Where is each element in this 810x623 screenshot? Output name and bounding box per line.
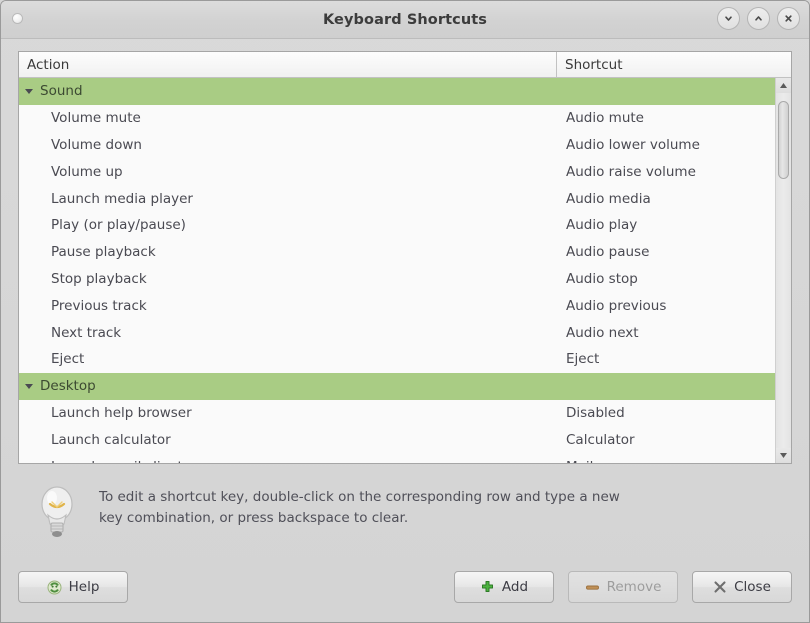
- hint-text: To edit a shortcut key, double-click on …: [99, 489, 620, 526]
- action-label: Stop playback: [51, 270, 147, 287]
- chevron-up-icon: [755, 16, 762, 21]
- window-controls: [717, 7, 800, 30]
- chevron-down-icon: [725, 16, 732, 21]
- help-icon: [47, 580, 62, 595]
- triangle-down-icon[interactable]: [25, 88, 33, 94]
- cell-shortcut: Audio play: [566, 217, 638, 234]
- cell-action: Stop playback: [19, 271, 557, 287]
- action-label: Play (or play/pause): [51, 217, 186, 234]
- action-label: Launch help browser: [51, 404, 192, 421]
- close-icon: [785, 15, 792, 22]
- cell-shortcut: Audio lower volume: [566, 136, 700, 153]
- cell-action: Launch media player: [19, 191, 557, 207]
- cell-action: Sound: [19, 83, 557, 99]
- cell-shortcut: Audio mute: [566, 110, 644, 127]
- cell-shortcut: Audio previous: [566, 297, 667, 314]
- list-row[interactable]: Volume up Audio raise volume: [19, 158, 775, 185]
- action-label: Launch calculator: [51, 431, 171, 448]
- cell-shortcut: Calculator: [566, 431, 635, 448]
- cell-shortcut: Eject: [566, 351, 600, 368]
- action-label: Previous track: [51, 297, 147, 314]
- column-header-shortcut[interactable]: Shortcut: [557, 52, 791, 77]
- remove-button[interactable]: Remove: [568, 571, 678, 603]
- list-row[interactable]: Stop playback Audio stop: [19, 266, 775, 293]
- close-dialog-button[interactable]: Close: [692, 571, 792, 603]
- list-row[interactable]: Play (or play/pause) Audio play: [19, 212, 775, 239]
- add-button[interactable]: Add: [454, 571, 554, 603]
- list-row[interactable]: Previous track Audio previous: [19, 292, 775, 319]
- action-label: Launch email client: [51, 459, 183, 463]
- add-button-label: Add: [501, 579, 529, 595]
- list-row[interactable]: Launch email client Mail: [19, 453, 775, 463]
- list-row[interactable]: Volume mute Audio mute: [19, 105, 775, 132]
- list-row[interactable]: Pause playback Audio pause: [19, 239, 775, 266]
- cell-action: Volume down: [19, 137, 557, 153]
- keyboard-shortcuts-window: Keyboard Shortcuts Action Shortcut Sound…: [0, 0, 810, 623]
- list-scrollbar[interactable]: [775, 78, 791, 463]
- cell-shortcut: Disabled: [566, 404, 625, 421]
- remove-button-label: Remove: [606, 579, 662, 595]
- list-row[interactable]: Launch calculator Calculator: [19, 426, 775, 453]
- lightbulb-icon: [41, 486, 73, 537]
- cell-action: Previous track: [19, 298, 557, 314]
- action-label: Desktop: [40, 378, 96, 395]
- cell-action: Launch calculator: [19, 432, 557, 448]
- action-label: Pause playback: [51, 244, 156, 261]
- minus-icon: [585, 580, 600, 595]
- title-bar: Keyboard Shortcuts: [1, 1, 809, 39]
- triangle-down-icon[interactable]: [25, 383, 33, 389]
- cell-shortcut: Audio next: [566, 324, 639, 341]
- close-button[interactable]: [777, 7, 800, 30]
- list-row[interactable]: Volume down Audio lower volume: [19, 132, 775, 159]
- action-label: Volume down: [51, 136, 142, 153]
- plus-icon: [480, 580, 495, 595]
- list-rows: Sound Volume mute Audio mute Volume down Aud…: [19, 78, 775, 463]
- cell-action: Pause playback: [19, 244, 557, 260]
- window-title: Keyboard Shortcuts: [322, 11, 488, 28]
- cell-shortcut: Audio stop: [566, 270, 638, 287]
- action-label: Eject: [51, 351, 85, 368]
- footer-button-group: Add Remove Close: [454, 571, 792, 603]
- window-menu-icon[interactable]: [13, 14, 22, 23]
- scrollbar-thumb[interactable]: [778, 101, 789, 179]
- action-label: Volume up: [51, 163, 123, 180]
- cell-action: Eject: [19, 351, 557, 367]
- cell-action: Launch help browser: [19, 405, 557, 421]
- action-label: Next track: [51, 324, 122, 341]
- list-header: Action Shortcut: [19, 52, 791, 78]
- help-button-label: Help: [68, 579, 100, 595]
- action-label: Sound: [40, 83, 83, 100]
- cell-shortcut: Mail: [557, 459, 775, 463]
- cell-action: Next track: [19, 325, 557, 341]
- footer-bar: Help Add Remove Close: [1, 571, 809, 622]
- x-mark-icon: [713, 580, 727, 594]
- triangle-up-icon: [780, 83, 787, 88]
- cell-shortcut: Audio raise volume: [566, 163, 696, 180]
- triangle-down-icon: [780, 453, 787, 458]
- list-row[interactable]: Launch media player Audio media: [19, 185, 775, 212]
- cell-action: Play (or play/pause): [19, 217, 557, 233]
- list-group-row[interactable]: Desktop: [19, 372, 775, 400]
- cell-action: Volume mute: [19, 110, 557, 126]
- hint-area: To edit a shortcut key, double-click on …: [31, 480, 809, 540]
- shortcuts-list: Action Shortcut Sound Volume mute Audio mu…: [18, 51, 792, 464]
- list-group-row[interactable]: Sound: [19, 78, 775, 105]
- cell-action: Volume up: [19, 164, 557, 180]
- cell-shortcut: Audio media: [566, 190, 651, 207]
- action-label: Volume mute: [51, 110, 141, 127]
- close-button-label: Close: [734, 579, 771, 595]
- minimize-button[interactable]: [717, 7, 740, 30]
- list-row[interactable]: Next track Audio next: [19, 319, 775, 346]
- cell-shortcut: Audio pause: [566, 244, 650, 261]
- maximize-button[interactable]: [747, 7, 770, 30]
- column-header-action[interactable]: Action: [19, 52, 557, 77]
- list-row[interactable]: Launch help browser Disabled: [19, 400, 775, 427]
- cell-action: Desktop: [19, 378, 557, 394]
- scroll-up-button[interactable]: [776, 78, 791, 93]
- action-label: Launch media player: [51, 190, 193, 207]
- scroll-down-button[interactable]: [776, 448, 791, 463]
- help-button[interactable]: Help: [18, 571, 128, 603]
- cell-action: Launch email client: [19, 459, 557, 463]
- list-row[interactable]: Eject Eject: [19, 346, 775, 373]
